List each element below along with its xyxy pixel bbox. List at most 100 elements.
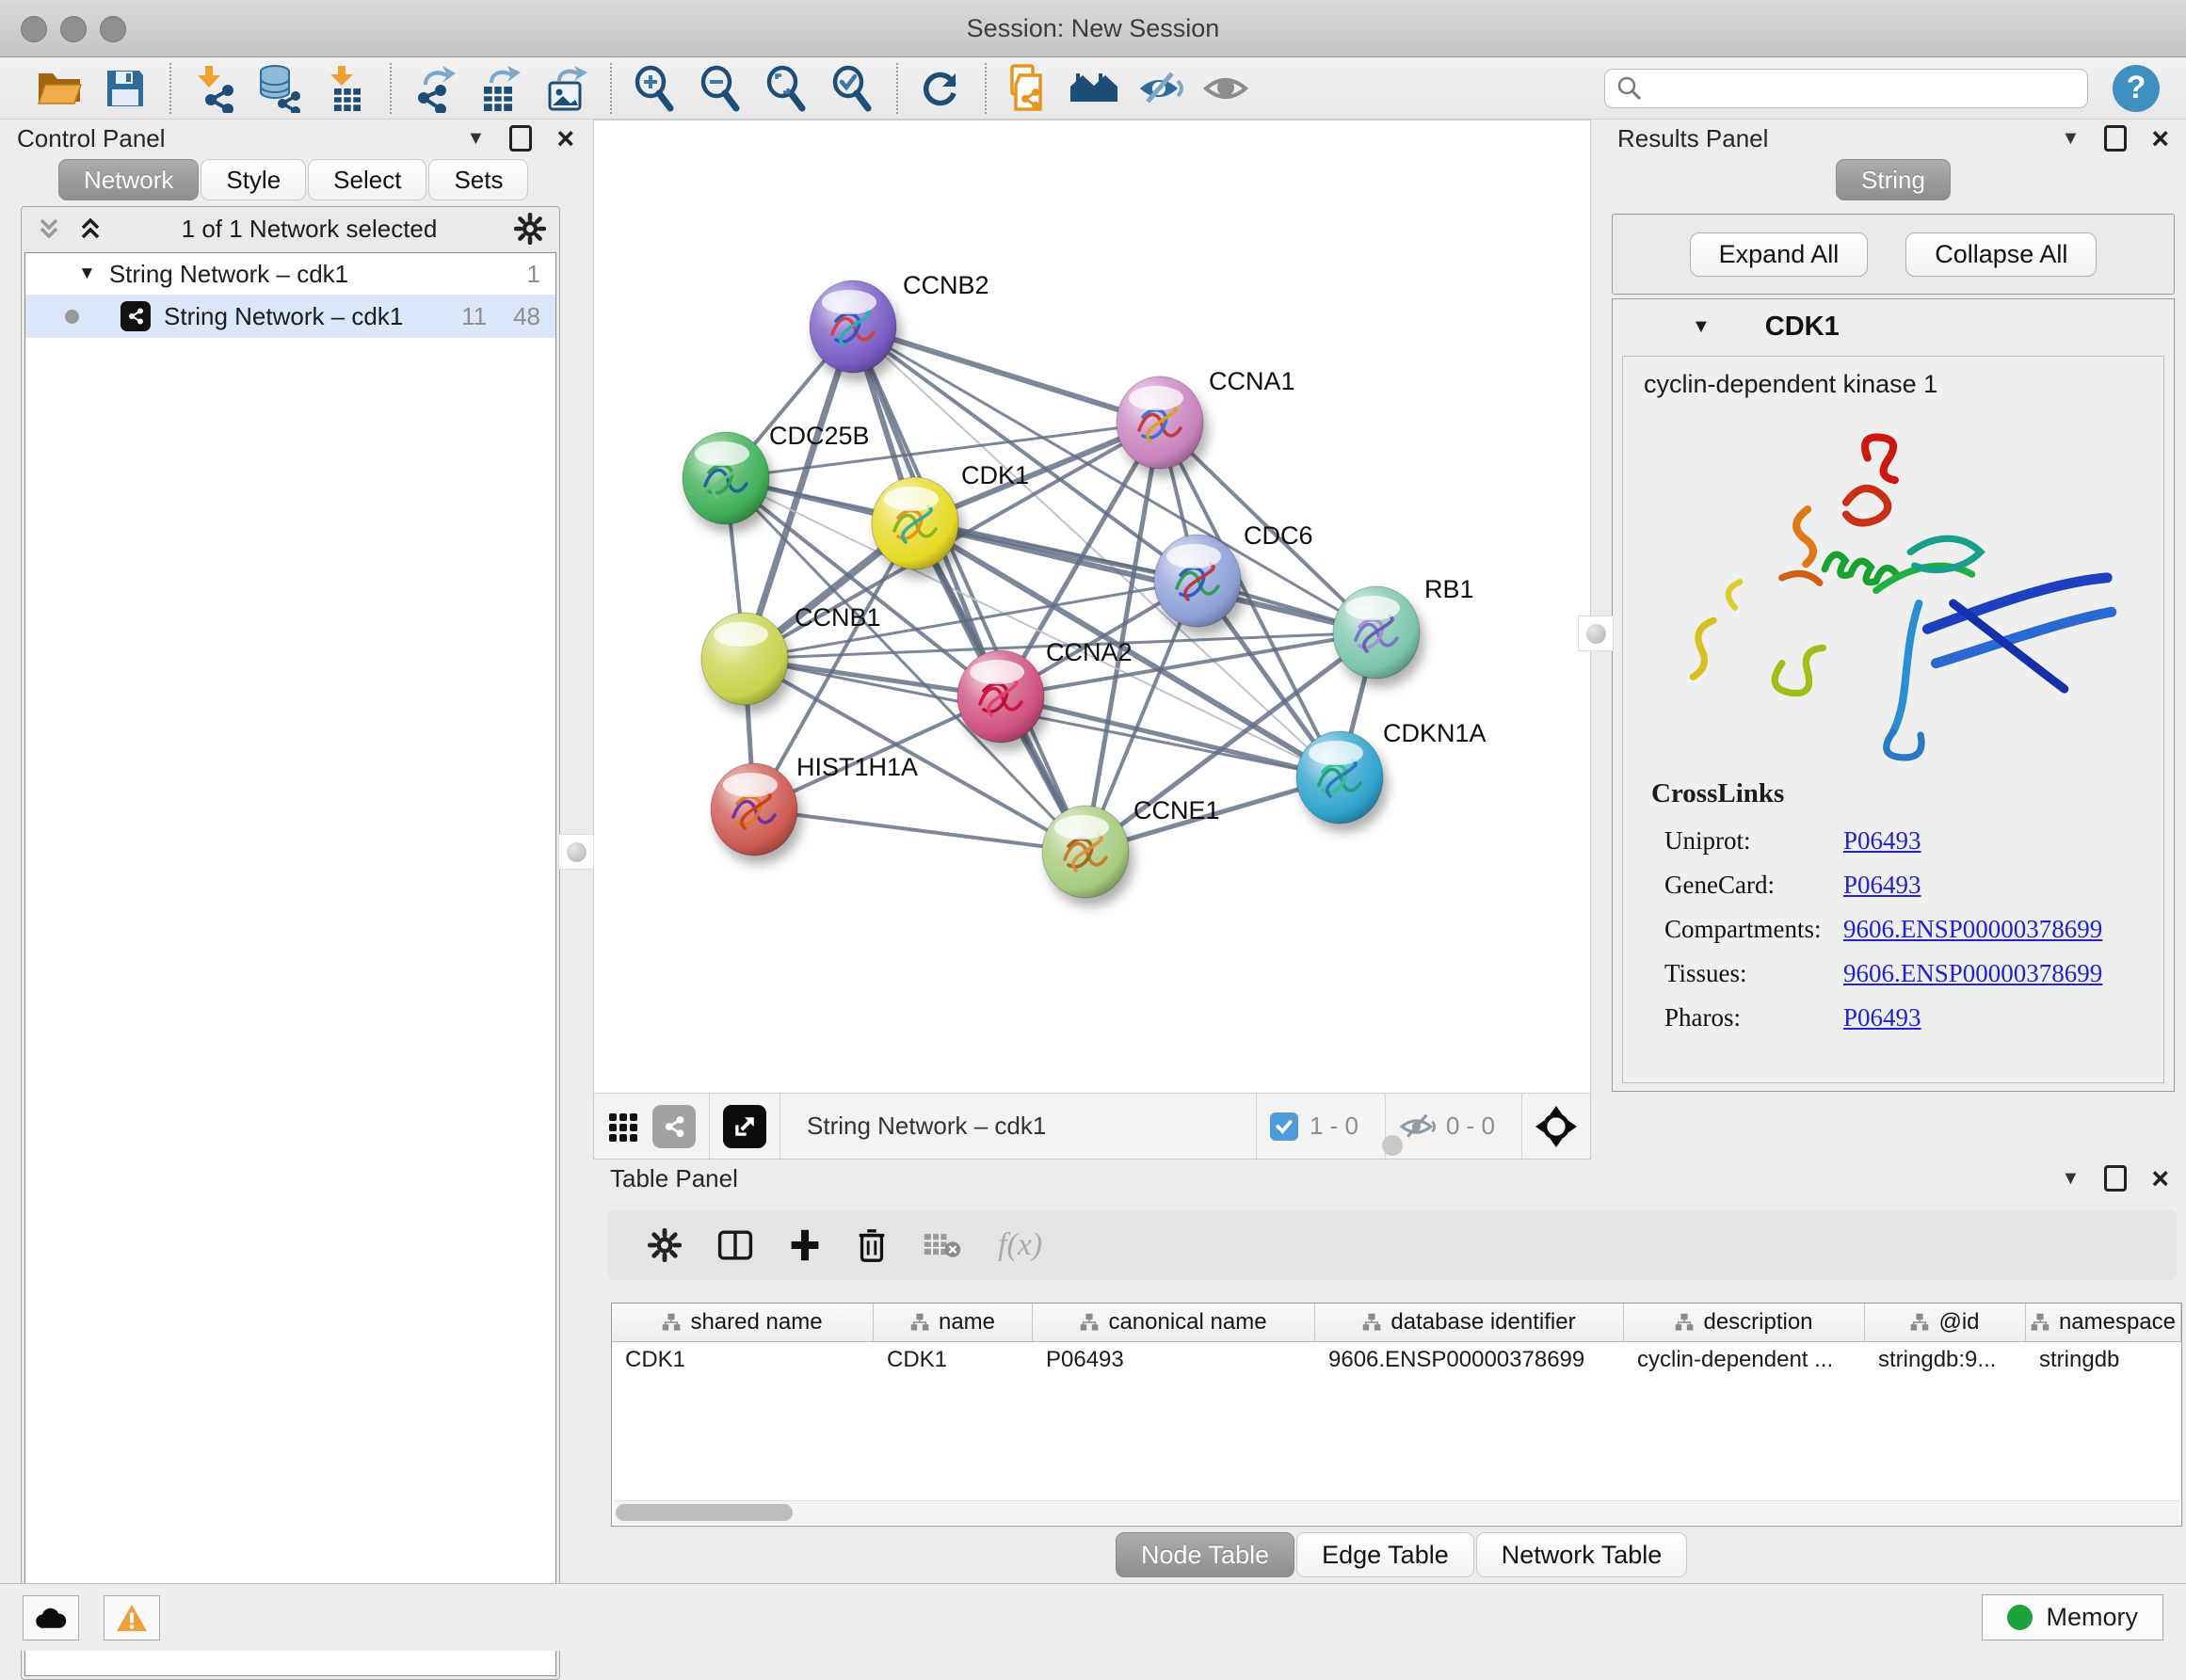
refresh-button[interactable] — [913, 61, 968, 116]
open-session-button[interactable] — [32, 61, 87, 116]
current-network-title: String Network – cdk1 — [807, 1112, 1243, 1141]
zoom-selected-button[interactable] — [825, 61, 879, 116]
graph-node-RB1[interactable]: RB1 — [1333, 575, 1474, 679]
import-network-from-database-button[interactable] — [252, 61, 307, 116]
column-header[interactable]: database identifier — [1315, 1304, 1624, 1341]
tab-node-table[interactable]: Node Table — [1116, 1532, 1294, 1577]
open-in-new-window-button[interactable] — [723, 1105, 766, 1148]
results-panel-title: Results Panel — [1617, 124, 2062, 153]
tab-edge-table[interactable]: Edge Table — [1296, 1532, 1474, 1577]
crosslink-link[interactable]: 9606.ENSP00000378699 — [1843, 959, 2102, 988]
app-store-button[interactable] — [23, 1595, 79, 1640]
crosslink-link[interactable]: P06493 — [1843, 871, 1921, 900]
minimize-window-icon[interactable] — [60, 16, 87, 42]
hide-selected-button[interactable] — [1133, 61, 1188, 116]
left-splitter-handle[interactable] — [558, 834, 594, 870]
save-session-button[interactable] — [98, 61, 153, 116]
warnings-button[interactable] — [104, 1595, 160, 1640]
delete-column-icon[interactable] — [857, 1227, 887, 1263]
gear-icon[interactable] — [648, 1228, 682, 1262]
toolbar-separator — [985, 63, 987, 114]
table-horizontal-scrollbar[interactable] — [614, 1500, 2179, 1524]
birdseye-grid-icon[interactable] — [607, 1110, 641, 1144]
panel-menu-icon[interactable]: ▼ — [2062, 1168, 2081, 1190]
collapse-all-networks-icon[interactable] — [76, 215, 104, 243]
import-database-icon — [254, 64, 305, 113]
tab-network[interactable]: Network — [58, 159, 199, 200]
tab-network-table[interactable]: Network Table — [1476, 1532, 1688, 1577]
column-header[interactable]: canonical name — [1033, 1304, 1315, 1341]
home-button[interactable] — [1068, 61, 1122, 116]
search-box[interactable] — [1604, 69, 2088, 108]
graph-node-CCNB2[interactable]: CCNB2 — [810, 271, 989, 373]
bottom-splitter-handle[interactable] — [1382, 1135, 1403, 1156]
collapse-all-button[interactable]: Collapse All — [1905, 232, 2097, 277]
maximize-window-icon[interactable] — [100, 16, 126, 42]
close-window-icon[interactable] — [21, 16, 47, 42]
close-panel-icon[interactable]: × — [556, 123, 574, 153]
column-header[interactable]: name — [874, 1304, 1033, 1341]
graph-node-CDK1[interactable]: CDK1 — [872, 461, 1029, 569]
import-table-icon — [323, 64, 368, 113]
window-controls[interactable] — [21, 16, 126, 42]
string-share-button[interactable] — [652, 1105, 696, 1148]
show-columns-icon[interactable] — [717, 1228, 753, 1262]
expand-all-networks-icon[interactable] — [35, 215, 63, 243]
collapse-icon[interactable]: ▼ — [1692, 316, 1711, 338]
tab-string[interactable]: String — [1836, 159, 1951, 200]
scrollbar-thumb[interactable] — [616, 1504, 793, 1521]
collapse-icon[interactable]: ▼ — [78, 264, 96, 284]
export-image-button[interactable] — [538, 61, 593, 116]
clone-network-button[interactable] — [1002, 61, 1056, 116]
network-collection-row[interactable]: ▼ String Network – cdk1 1 — [25, 253, 555, 295]
cloud-icon — [34, 1605, 68, 1631]
tab-select[interactable]: Select — [308, 159, 426, 200]
zoom-in-button[interactable] — [627, 61, 682, 116]
import-network-button[interactable] — [186, 61, 241, 116]
show-all-button[interactable] — [1199, 61, 1254, 116]
network-graph[interactable]: CCNB2CCNA1CDC25BCDK1CDC6RB1CCNB1CCNA2CDK… — [594, 120, 1590, 1094]
column-header[interactable]: namespace — [2026, 1304, 2181, 1341]
protein-section-header[interactable]: ▼ CDK1 — [1613, 299, 2174, 354]
export-network-button[interactable] — [407, 61, 461, 116]
table-row[interactable]: CDK1 CDK1 P06493 9606.ENSP00000378699 cy… — [612, 1342, 2181, 1378]
panel-menu-icon[interactable]: ▼ — [2062, 128, 2081, 150]
close-panel-icon[interactable]: × — [2151, 123, 2169, 153]
column-header[interactable]: @id — [1865, 1304, 2026, 1341]
float-panel-icon[interactable] — [2104, 125, 2127, 152]
float-panel-icon[interactable] — [2104, 1165, 2127, 1192]
crosslink-link[interactable]: P06493 — [1843, 1003, 1921, 1032]
zoom-fit-button[interactable] — [759, 61, 813, 116]
right-splitter-handle[interactable] — [1578, 616, 1614, 651]
close-panel-icon[interactable]: × — [2151, 1163, 2169, 1193]
protein-details: cyclin-dependent kinase 1 — [1622, 356, 2164, 1083]
graph-node-CDKN1A[interactable]: CDKN1A — [1296, 719, 1487, 824]
float-panel-icon[interactable] — [509, 125, 532, 152]
fit-move-icon[interactable] — [1535, 1106, 1577, 1147]
crosslink-link[interactable]: P06493 — [1843, 826, 1921, 856]
graph-edge-CCNB2-CCNA1[interactable] — [853, 327, 1160, 423]
zoom-out-button[interactable] — [693, 61, 747, 116]
gear-icon[interactable] — [514, 213, 546, 245]
table-toolbar: f(x) — [608, 1210, 2177, 1280]
expand-all-button[interactable]: Expand All — [1690, 232, 1869, 277]
import-table-button[interactable] — [318, 61, 373, 116]
add-column-icon[interactable] — [789, 1228, 821, 1262]
column-header[interactable]: description — [1624, 1304, 1865, 1341]
selected-checkbox[interactable] — [1270, 1112, 1298, 1141]
column-header[interactable]: shared name — [612, 1304, 874, 1341]
graph-node-CCNE1[interactable]: CCNE1 — [1042, 796, 1220, 898]
memory-button[interactable]: Memory — [1982, 1594, 2163, 1640]
tab-style[interactable]: Style — [201, 159, 306, 200]
tab-sets[interactable]: Sets — [428, 159, 528, 200]
graph-node-CCNA1[interactable]: CCNA1 — [1117, 367, 1295, 469]
graph-node-HIST1H1A[interactable]: HIST1H1A — [711, 753, 918, 856]
panel-menu-icon[interactable]: ▼ — [467, 128, 486, 150]
crosslink-link[interactable]: 9606.ENSP00000378699 — [1843, 915, 2102, 944]
network-row-selected[interactable]: String Network – cdk1 11 48 — [25, 295, 555, 338]
graph-edge-CCNB2-RB1[interactable] — [853, 327, 1376, 632]
graph-edge-HIST1H1A-CCNE1[interactable] — [754, 809, 1085, 852]
search-input[interactable] — [1643, 73, 2087, 103]
export-table-button[interactable] — [473, 61, 527, 116]
help-button[interactable]: ? — [2113, 65, 2160, 112]
